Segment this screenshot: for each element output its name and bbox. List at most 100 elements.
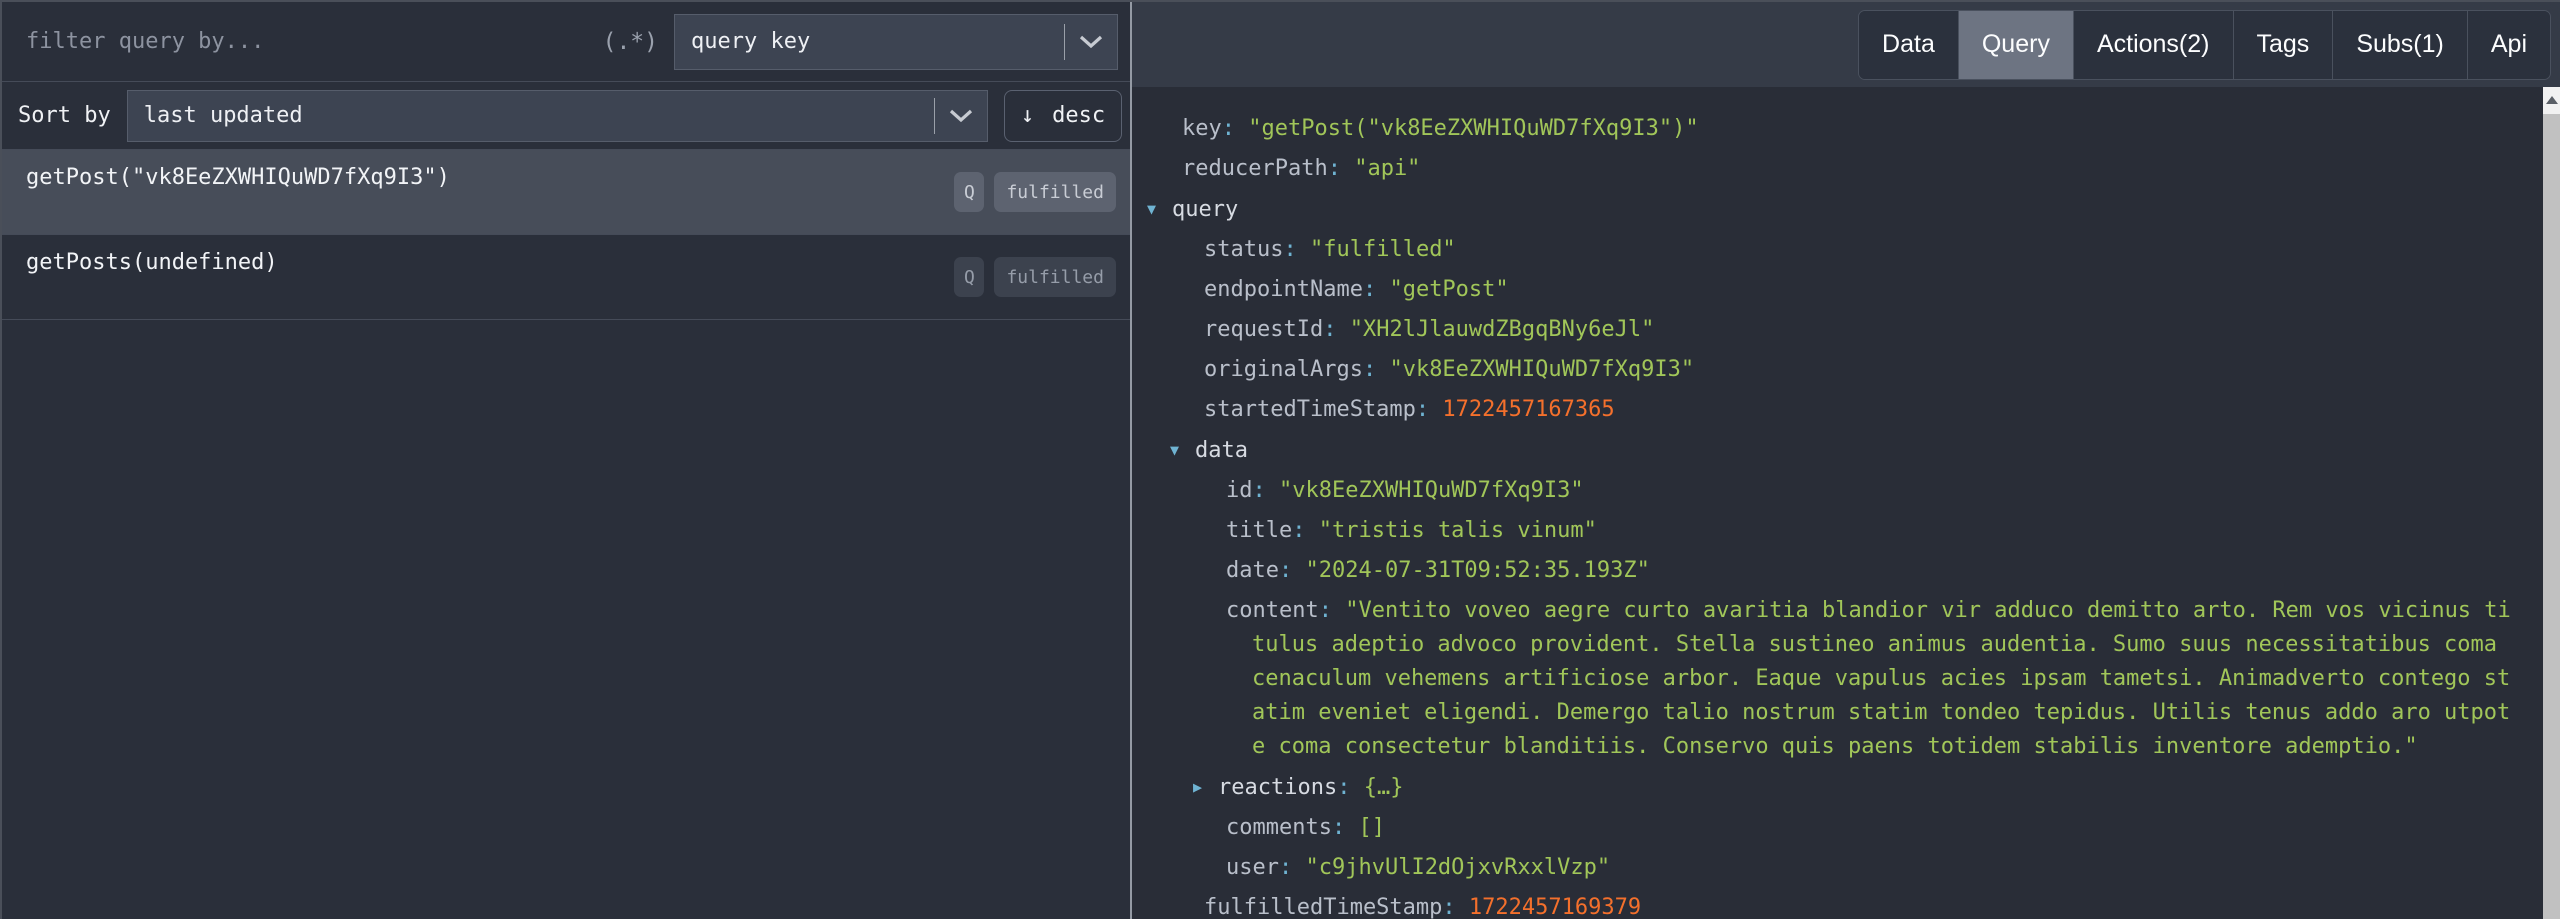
detail-tab-group: DataQueryActions(2)TagsSubs(1)Api: [1858, 10, 2551, 80]
tree-value: "Ventito voveo aegre curto avaritia blan…: [1252, 598, 2511, 759]
query-list-item[interactable]: getPost("vk8EeZXWHIQuWD7fXq9I3")Qfulfill…: [2, 150, 1130, 235]
sort-order-button[interactable]: ↓ desc: [1004, 90, 1122, 142]
tree-value: "vk8EeZXWHIQuWD7fXq9I3": [1389, 357, 1694, 382]
tree-value: "getPost("vk8EeZXWHIQuWD7fXq9I3")": [1248, 116, 1698, 141]
tree-row-requestId: requestId: "XH2lJlauwdZBgqBNy6eJl": [1132, 310, 2513, 350]
tree-colon: :: [1363, 357, 1376, 382]
tree-key: key: [1182, 116, 1222, 141]
tree-colon: :: [1292, 518, 1305, 543]
tree-value: "2024-07-31T09:52:35.193Z": [1305, 558, 1649, 583]
tree-key: user: [1226, 855, 1279, 880]
expand-arrow-icon[interactable]: ▶: [1193, 767, 1207, 807]
tree-row-title: title: "tristis talis vinum": [1132, 511, 2513, 551]
tree-key: title: [1226, 518, 1292, 543]
query-badges: Qfulfilled: [954, 172, 1116, 212]
tree-value: "c9jhvUlI2dOjxvRxxlVzp": [1305, 855, 1610, 880]
tree-colon: :: [1222, 116, 1235, 141]
query-key-label: getPosts(undefined): [26, 250, 1114, 275]
chevron-down-icon: [935, 109, 987, 122]
query-status-badge: fulfilled: [994, 172, 1116, 212]
tree-row-endpointName: endpointName: "getPost": [1132, 270, 2513, 310]
tree-row-fulfilledTimeStamp: fulfilledTimeStamp: 1722457169379: [1132, 888, 2513, 919]
tree-key: reducerPath: [1182, 156, 1328, 181]
query-detail-view: key: "getPost("vk8EeZXWHIQuWD7fXq9I3")"r…: [1132, 87, 2560, 919]
tree-key: originalArgs: [1204, 357, 1363, 382]
tree-value: "tristis talis vinum": [1319, 518, 1597, 543]
tree-value: "getPost": [1389, 277, 1508, 302]
tree-row-key: key: "getPost("vk8EeZXWHIQuWD7fXq9I3")": [1132, 109, 2513, 149]
tree-colon: :: [1283, 237, 1296, 262]
tree-row-id: id: "vk8EeZXWHIQuWD7fXq9I3": [1132, 471, 2513, 511]
tree-value: "vk8EeZXWHIQuWD7fXq9I3": [1279, 478, 1584, 503]
collapse-arrow-icon[interactable]: ▼: [1170, 430, 1184, 470]
tree-collapsed-summary: {…}: [1364, 775, 1404, 800]
tree-row-data: ▼ data: [1132, 430, 2513, 471]
rtk-query-devtools: (.*) query key Sort by last updated ↓ de: [0, 0, 2560, 919]
tree-value: 1722457169379: [1469, 895, 1641, 919]
tree-row-reactions: ▶ reactions: {…}: [1132, 767, 2513, 808]
tab-actions2[interactable]: Actions(2): [2074, 11, 2234, 79]
tab-subs1[interactable]: Subs(1): [2333, 11, 2468, 79]
collapse-arrow-icon[interactable]: ▼: [1147, 189, 1161, 229]
tab-query[interactable]: Query: [1959, 11, 2074, 79]
tree-colon: :: [1323, 317, 1336, 342]
query-list-panel: (.*) query key Sort by last updated ↓ de: [2, 2, 1130, 919]
filter-field-select-value: query key: [675, 29, 1064, 54]
tree-value: "api": [1354, 156, 1420, 181]
tree-value: "fulfilled": [1310, 237, 1456, 262]
sort-bar: Sort by last updated ↓ desc: [2, 82, 1130, 150]
tree-value: []: [1358, 815, 1385, 840]
tree-key: date: [1226, 558, 1279, 583]
chevron-down-icon: [1065, 35, 1117, 48]
tab-api[interactable]: Api: [2468, 11, 2550, 79]
regex-toggle-button[interactable]: (.*): [603, 29, 658, 55]
tree-colon: :: [1253, 478, 1266, 503]
query-detail-panel: DataQueryActions(2)TagsSubs(1)Api key: "…: [1132, 2, 2560, 919]
detail-tab-bar: DataQueryActions(2)TagsSubs(1)Api: [1132, 2, 2560, 87]
tree-node-label: reactions: [1218, 775, 1337, 800]
tree-row-comments: comments: []: [1132, 808, 2513, 848]
tree-key: content: [1226, 598, 1319, 623]
query-list-item[interactable]: getPosts(undefined)Qfulfilled: [2, 235, 1130, 320]
tree-colon: :: [1328, 156, 1341, 181]
query-type-badge: Q: [954, 172, 984, 212]
tree-node-label: data: [1195, 438, 1248, 463]
tree-key: fulfilledTimeStamp: [1204, 895, 1442, 919]
sort-select-value: last updated: [128, 103, 934, 128]
query-key-label: getPost("vk8EeZXWHIQuWD7fXq9I3"): [26, 165, 1114, 190]
tree-key: startedTimeStamp: [1204, 397, 1416, 422]
tree-node-label: query: [1172, 197, 1238, 222]
tree-colon: :: [1337, 775, 1350, 800]
tree-colon: :: [1319, 598, 1332, 623]
tree-key: comments: [1226, 815, 1332, 840]
filter-bar: (.*) query key: [2, 2, 1130, 82]
tree-colon: :: [1442, 895, 1455, 919]
tree-row-originalArgs: originalArgs: "vk8EeZXWHIQuWD7fXq9I3": [1132, 350, 2513, 390]
tree-row-query: ▼ query: [1132, 189, 2513, 230]
tree-key: endpointName: [1204, 277, 1363, 302]
query-type-badge: Q: [954, 257, 984, 297]
filter-field-select[interactable]: query key: [674, 14, 1118, 70]
tree-colon: :: [1416, 397, 1429, 422]
tree-value: 1722457167365: [1442, 397, 1614, 422]
tree-row-user: user: "c9jhvUlI2dOjxvRxxlVzp": [1132, 848, 2513, 888]
json-tree: key: "getPost("vk8EeZXWHIQuWD7fXq9I3")"r…: [1132, 87, 2543, 919]
filter-query-input[interactable]: [24, 28, 587, 55]
tree-key: status: [1204, 237, 1283, 262]
query-list: getPost("vk8EeZXWHIQuWD7fXq9I3")Qfulfill…: [2, 150, 1130, 919]
tree-row-reducerPath: reducerPath: "api": [1132, 149, 2513, 189]
scrollbar[interactable]: [2543, 87, 2560, 919]
sort-order-label: desc: [1052, 103, 1105, 128]
tree-colon: :: [1363, 277, 1376, 302]
scroll-thumb[interactable]: [2543, 114, 2560, 919]
sort-select[interactable]: last updated: [127, 90, 988, 142]
arrow-down-icon: ↓: [1021, 103, 1034, 128]
tab-data[interactable]: Data: [1859, 11, 1959, 79]
tree-colon: :: [1279, 855, 1292, 880]
tab-tags[interactable]: Tags: [2234, 11, 2334, 79]
tree-row-date: date: "2024-07-31T09:52:35.193Z": [1132, 551, 2513, 591]
tree-row-status: status: "fulfilled": [1132, 230, 2513, 270]
tree-key: requestId: [1204, 317, 1323, 342]
tree-colon: :: [1279, 558, 1292, 583]
scroll-up-button[interactable]: [2543, 87, 2560, 113]
